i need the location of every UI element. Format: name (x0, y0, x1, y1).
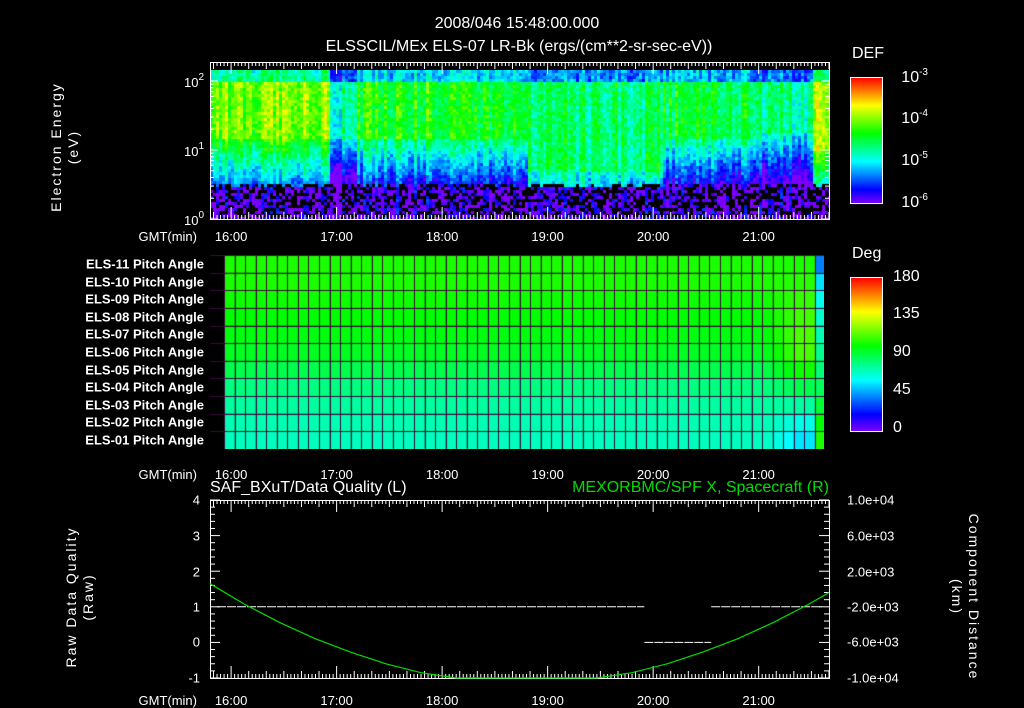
time-tick-label: 20:00 (636, 693, 670, 708)
time-tick-label: 18:00 (425, 229, 459, 244)
quality-frame (210, 500, 830, 679)
time-tick-label: 21:00 (742, 693, 775, 708)
axes-overlay (209, 62, 883, 679)
time-tick-label: 21:00 (742, 229, 775, 244)
time-tick-label: 16:00 (214, 467, 248, 482)
time-tick-label: 20:00 (636, 467, 670, 482)
time-tick-label: 21:00 (742, 467, 775, 482)
gmt-axis-label: GMT(min) (138, 693, 198, 708)
time-tick-label: 16:00 (214, 229, 248, 244)
spectrogram-frame (210, 62, 830, 220)
def-colorbar-frame (850, 77, 883, 204)
time-tick-label: 17:00 (320, 467, 353, 482)
time-tick-label: 18:00 (425, 467, 459, 482)
position-line (209, 583, 830, 679)
time-tick-label: 17:00 (320, 693, 353, 708)
time-tick-label: 20:00 (636, 229, 670, 244)
time-tick-label: 17:00 (320, 229, 353, 244)
gmt-axis-label: GMT(min) (138, 229, 198, 244)
time-tick-label: 19:00 (531, 229, 564, 244)
time-tick-label: 16:00 (214, 693, 248, 708)
deg-colorbar-frame (850, 277, 883, 432)
time-tick-label: 19:00 (531, 467, 564, 482)
gmt-axis-label: GMT(min) (138, 467, 198, 482)
time-tick-label: 19:00 (531, 693, 564, 708)
time-tick-label: 18:00 (425, 693, 459, 708)
